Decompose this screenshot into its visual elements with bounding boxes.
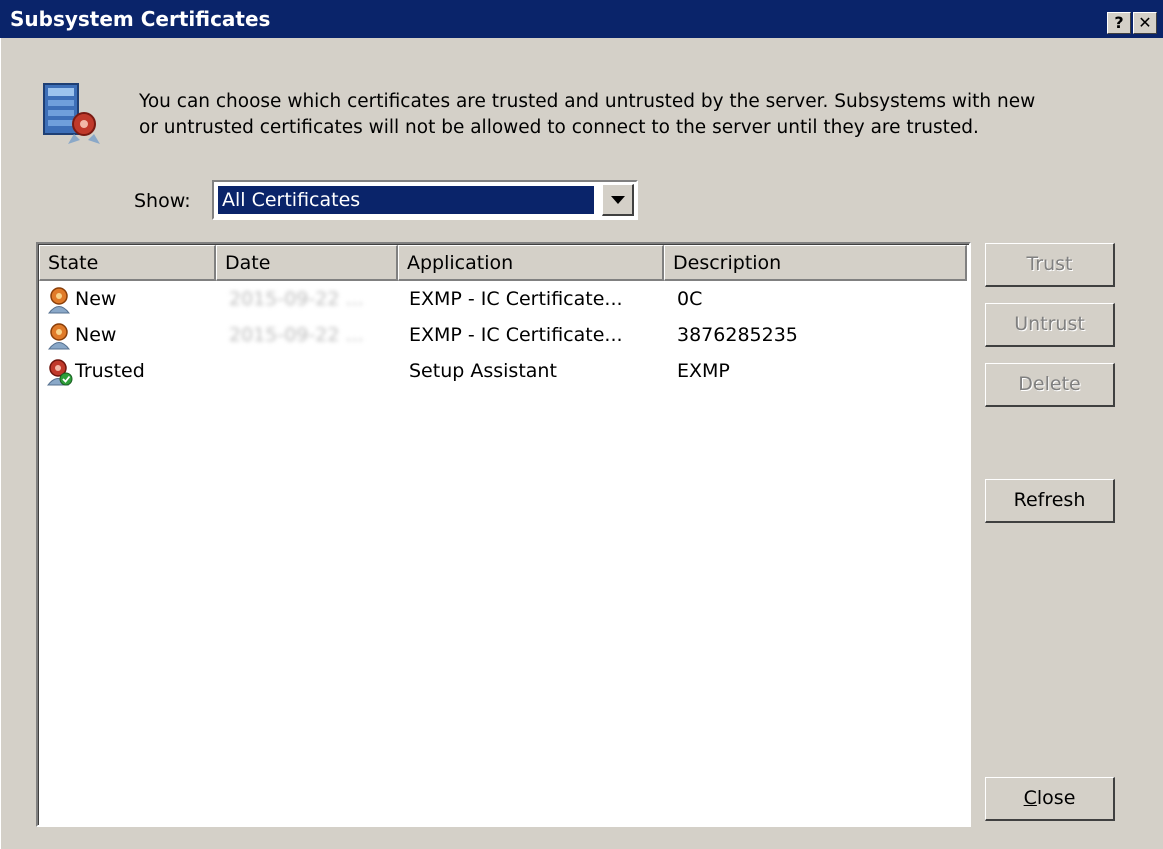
list-header: State Date Application Description: [39, 245, 969, 281]
certificate-list[interactable]: State Date Application Description New 2…: [36, 242, 971, 827]
close-button-mnemonic: C: [1023, 787, 1037, 809]
description-line-1: You can choose which certificates are tr…: [139, 91, 1036, 112]
untrust-button[interactable]: Untrust: [985, 303, 1115, 347]
close-button[interactable]: Close: [985, 777, 1115, 821]
show-filter-value: All Certificates: [218, 186, 594, 214]
description-text: You can choose which certificates are tr…: [139, 89, 1149, 141]
table-row[interactable]: New 2015-09-22 ... EXMP - IC Certificate…: [39, 281, 969, 317]
column-header-application[interactable]: Application: [398, 245, 664, 281]
help-button[interactable]: ?: [1107, 12, 1131, 34]
column-header-date[interactable]: Date: [216, 245, 398, 281]
refresh-button[interactable]: Refresh: [985, 479, 1115, 523]
certificate-new-icon: [47, 323, 71, 350]
description-line-2: or untrusted certificates will not be al…: [139, 117, 979, 138]
table-row[interactable]: Trusted Setup Assistant EXMP: [39, 353, 969, 389]
column-header-description[interactable]: Description: [664, 245, 967, 281]
cell-application: EXMP - IC Certificate...: [409, 288, 623, 310]
cell-application: Setup Assistant: [409, 360, 557, 382]
cell-application: EXMP - IC Certificate...: [409, 324, 623, 346]
close-window-button[interactable]: ✕: [1133, 12, 1157, 34]
cell-description: 3876285235: [677, 324, 798, 346]
column-header-state[interactable]: State: [39, 245, 216, 281]
server-certificate-icon: [43, 83, 100, 144]
show-label: Show:: [134, 190, 191, 212]
cell-state: New: [75, 324, 117, 346]
cell-state: New: [75, 288, 117, 310]
chevron-down-icon[interactable]: [602, 184, 634, 216]
cell-state: Trusted: [75, 360, 145, 382]
table-row[interactable]: New 2015-09-22 ... EXMP - IC Certificate…: [39, 317, 969, 353]
cell-date: 2015-09-22 ...: [229, 288, 364, 310]
window-title: Subsystem Certificates: [10, 7, 271, 31]
certificate-new-icon: [47, 287, 71, 314]
delete-button[interactable]: Delete: [985, 363, 1115, 407]
cell-date: 2015-09-22 ...: [229, 324, 364, 346]
show-filter-dropdown[interactable]: All Certificates: [212, 180, 638, 220]
trust-button[interactable]: Trust: [985, 243, 1115, 287]
cell-description: 0C: [677, 288, 703, 310]
certificate-trusted-icon: [46, 359, 73, 386]
close-button-label: lose: [1036, 787, 1076, 809]
cell-description: EXMP: [677, 360, 730, 382]
title-bar: Subsystem Certificates ? ✕: [0, 0, 1163, 38]
